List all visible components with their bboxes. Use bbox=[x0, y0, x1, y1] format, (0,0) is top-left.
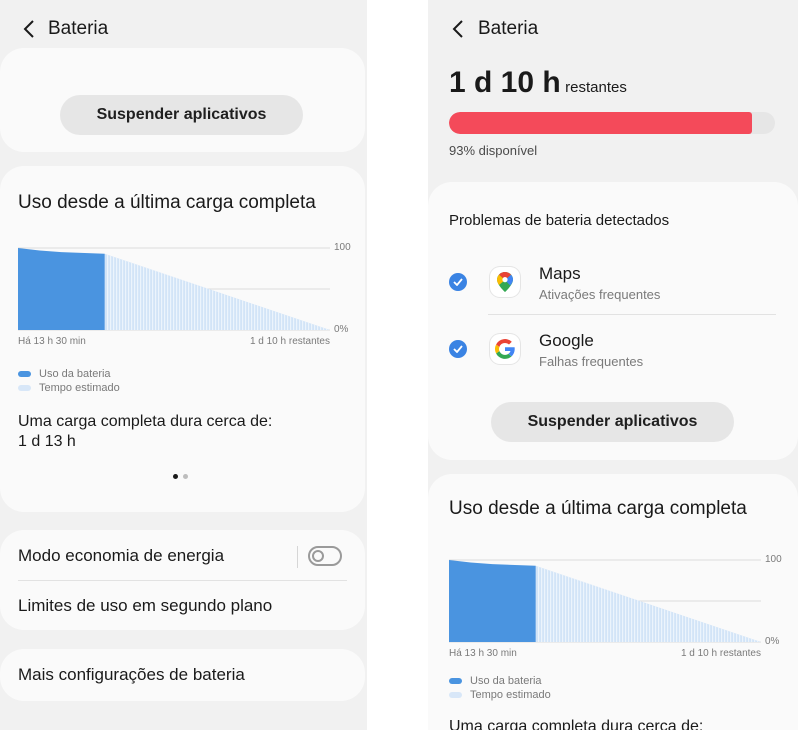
left-screen: Bateria Suspender aplicativos Uso desde … bbox=[0, 0, 367, 730]
top-bar: Bateria bbox=[428, 0, 798, 60]
usage-chart: 100 0% Há 13 h 30 min 1 d 10 h restantes bbox=[449, 554, 789, 670]
page-title: Bateria bbox=[48, 18, 109, 39]
maps-app-name: Maps bbox=[539, 264, 581, 283]
checkmark-icon bbox=[453, 278, 463, 286]
legend-label-usage: Uso da bateria bbox=[470, 675, 542, 687]
more-battery-settings-item[interactable]: Mais configurações de bateria bbox=[18, 665, 245, 685]
battery-level-fill bbox=[449, 112, 753, 134]
problems-title: Problemas de bateria detectados bbox=[449, 212, 670, 229]
page-title: Bateria bbox=[478, 18, 539, 39]
usage-card: Uso desde a última carga completa 100 0% H… bbox=[0, 166, 365, 512]
usage-title: Uso desde a última carga completa bbox=[449, 498, 747, 519]
full-charge-label: Uma carga completa dura cerca de: bbox=[449, 718, 704, 730]
page-indicator[interactable] bbox=[173, 474, 188, 479]
google-maps-icon bbox=[490, 267, 520, 297]
google-app-detail: Falhas frequentes bbox=[539, 354, 644, 369]
more-settings-card: Mais configurações de bateria bbox=[0, 649, 365, 701]
remaining-suffix: restantes bbox=[565, 79, 627, 96]
back-button[interactable] bbox=[18, 18, 40, 40]
legend-estimate: Tempo estimado bbox=[449, 689, 551, 701]
usage-title: Uso desde a última carga completa bbox=[18, 192, 316, 213]
available-text: 93% disponível bbox=[449, 143, 538, 158]
legend-swatch-estimate bbox=[18, 385, 31, 391]
problems-card: Problemas de bateria detectados Maps Ati… bbox=[428, 182, 798, 460]
usage-card: Uso desde a última carga completa 100 0% H… bbox=[428, 474, 798, 730]
background-limits-item[interactable]: Limites de uso em segundo plano bbox=[18, 596, 272, 616]
maps-checkbox[interactable] bbox=[449, 273, 467, 291]
usage-chart: 100 0% Há 13 h 30 min 1 d 10 h restantes bbox=[18, 242, 358, 358]
remaining-time: 1 d 10 h restantes bbox=[449, 66, 627, 100]
legend-swatch-usage bbox=[18, 371, 31, 377]
divider bbox=[18, 580, 347, 581]
suspend-apps-button[interactable]: Suspender aplicativos bbox=[60, 95, 303, 135]
divider bbox=[297, 546, 298, 568]
google-icon bbox=[490, 334, 520, 364]
google-app-name: Google bbox=[539, 331, 594, 350]
chevron-left-icon bbox=[452, 20, 463, 38]
legend-usage: Uso da bateria bbox=[449, 675, 542, 687]
page-dot[interactable] bbox=[183, 474, 188, 479]
page-dot-active[interactable] bbox=[173, 474, 178, 479]
right-screen: Bateria 1 d 10 h restantes 93% disponíve… bbox=[428, 0, 798, 730]
full-charge-label: Uma carga completa dura cerca de: bbox=[18, 413, 273, 430]
back-button[interactable] bbox=[447, 18, 469, 40]
full-charge-value: 1 d 13 h bbox=[18, 433, 76, 450]
legend-swatch-estimate bbox=[449, 692, 462, 698]
y-tick-min: 0% bbox=[765, 636, 780, 647]
battery-usage-area bbox=[449, 560, 536, 642]
estimated-time-area bbox=[104, 253, 331, 330]
suspend-apps-button[interactable]: Suspender aplicativos bbox=[491, 402, 734, 442]
legend-swatch-usage bbox=[449, 678, 462, 684]
google-checkbox[interactable] bbox=[449, 340, 467, 358]
estimated-time-area bbox=[535, 565, 761, 642]
toggle-knob bbox=[312, 550, 324, 562]
legend-label-usage: Uso da bateria bbox=[39, 368, 111, 380]
battery-level-bar bbox=[449, 112, 775, 134]
maps-app-detail: Ativações frequentes bbox=[539, 287, 661, 302]
y-tick-max: 100 bbox=[334, 242, 351, 253]
legend-usage: Uso da bateria bbox=[18, 368, 111, 380]
suspend-card: Suspender aplicativos bbox=[0, 48, 365, 152]
legend-label-estimate: Tempo estimado bbox=[470, 689, 551, 701]
power-saving-item[interactable]: Modo economia de energia bbox=[18, 546, 224, 566]
x-end-label: 1 d 10 h restantes bbox=[249, 336, 330, 347]
power-saving-toggle[interactable] bbox=[308, 546, 342, 566]
settings-card: Modo economia de energia Limites de uso … bbox=[0, 530, 365, 630]
checkmark-icon bbox=[453, 345, 463, 353]
legend-label-estimate: Tempo estimado bbox=[39, 382, 120, 394]
chevron-left-icon bbox=[23, 20, 34, 38]
y-tick-max: 100 bbox=[765, 554, 782, 565]
x-start-label: Há 13 h 30 min bbox=[449, 648, 517, 659]
remaining-value: 1 d 10 h bbox=[449, 66, 561, 99]
battery-usage-area bbox=[18, 248, 105, 330]
x-start-label: Há 13 h 30 min bbox=[18, 336, 86, 347]
divider bbox=[488, 314, 776, 315]
x-end-label: 1 d 10 h restantes bbox=[680, 648, 761, 659]
y-tick-min: 0% bbox=[334, 324, 349, 335]
legend-estimate: Tempo estimado bbox=[18, 382, 120, 394]
